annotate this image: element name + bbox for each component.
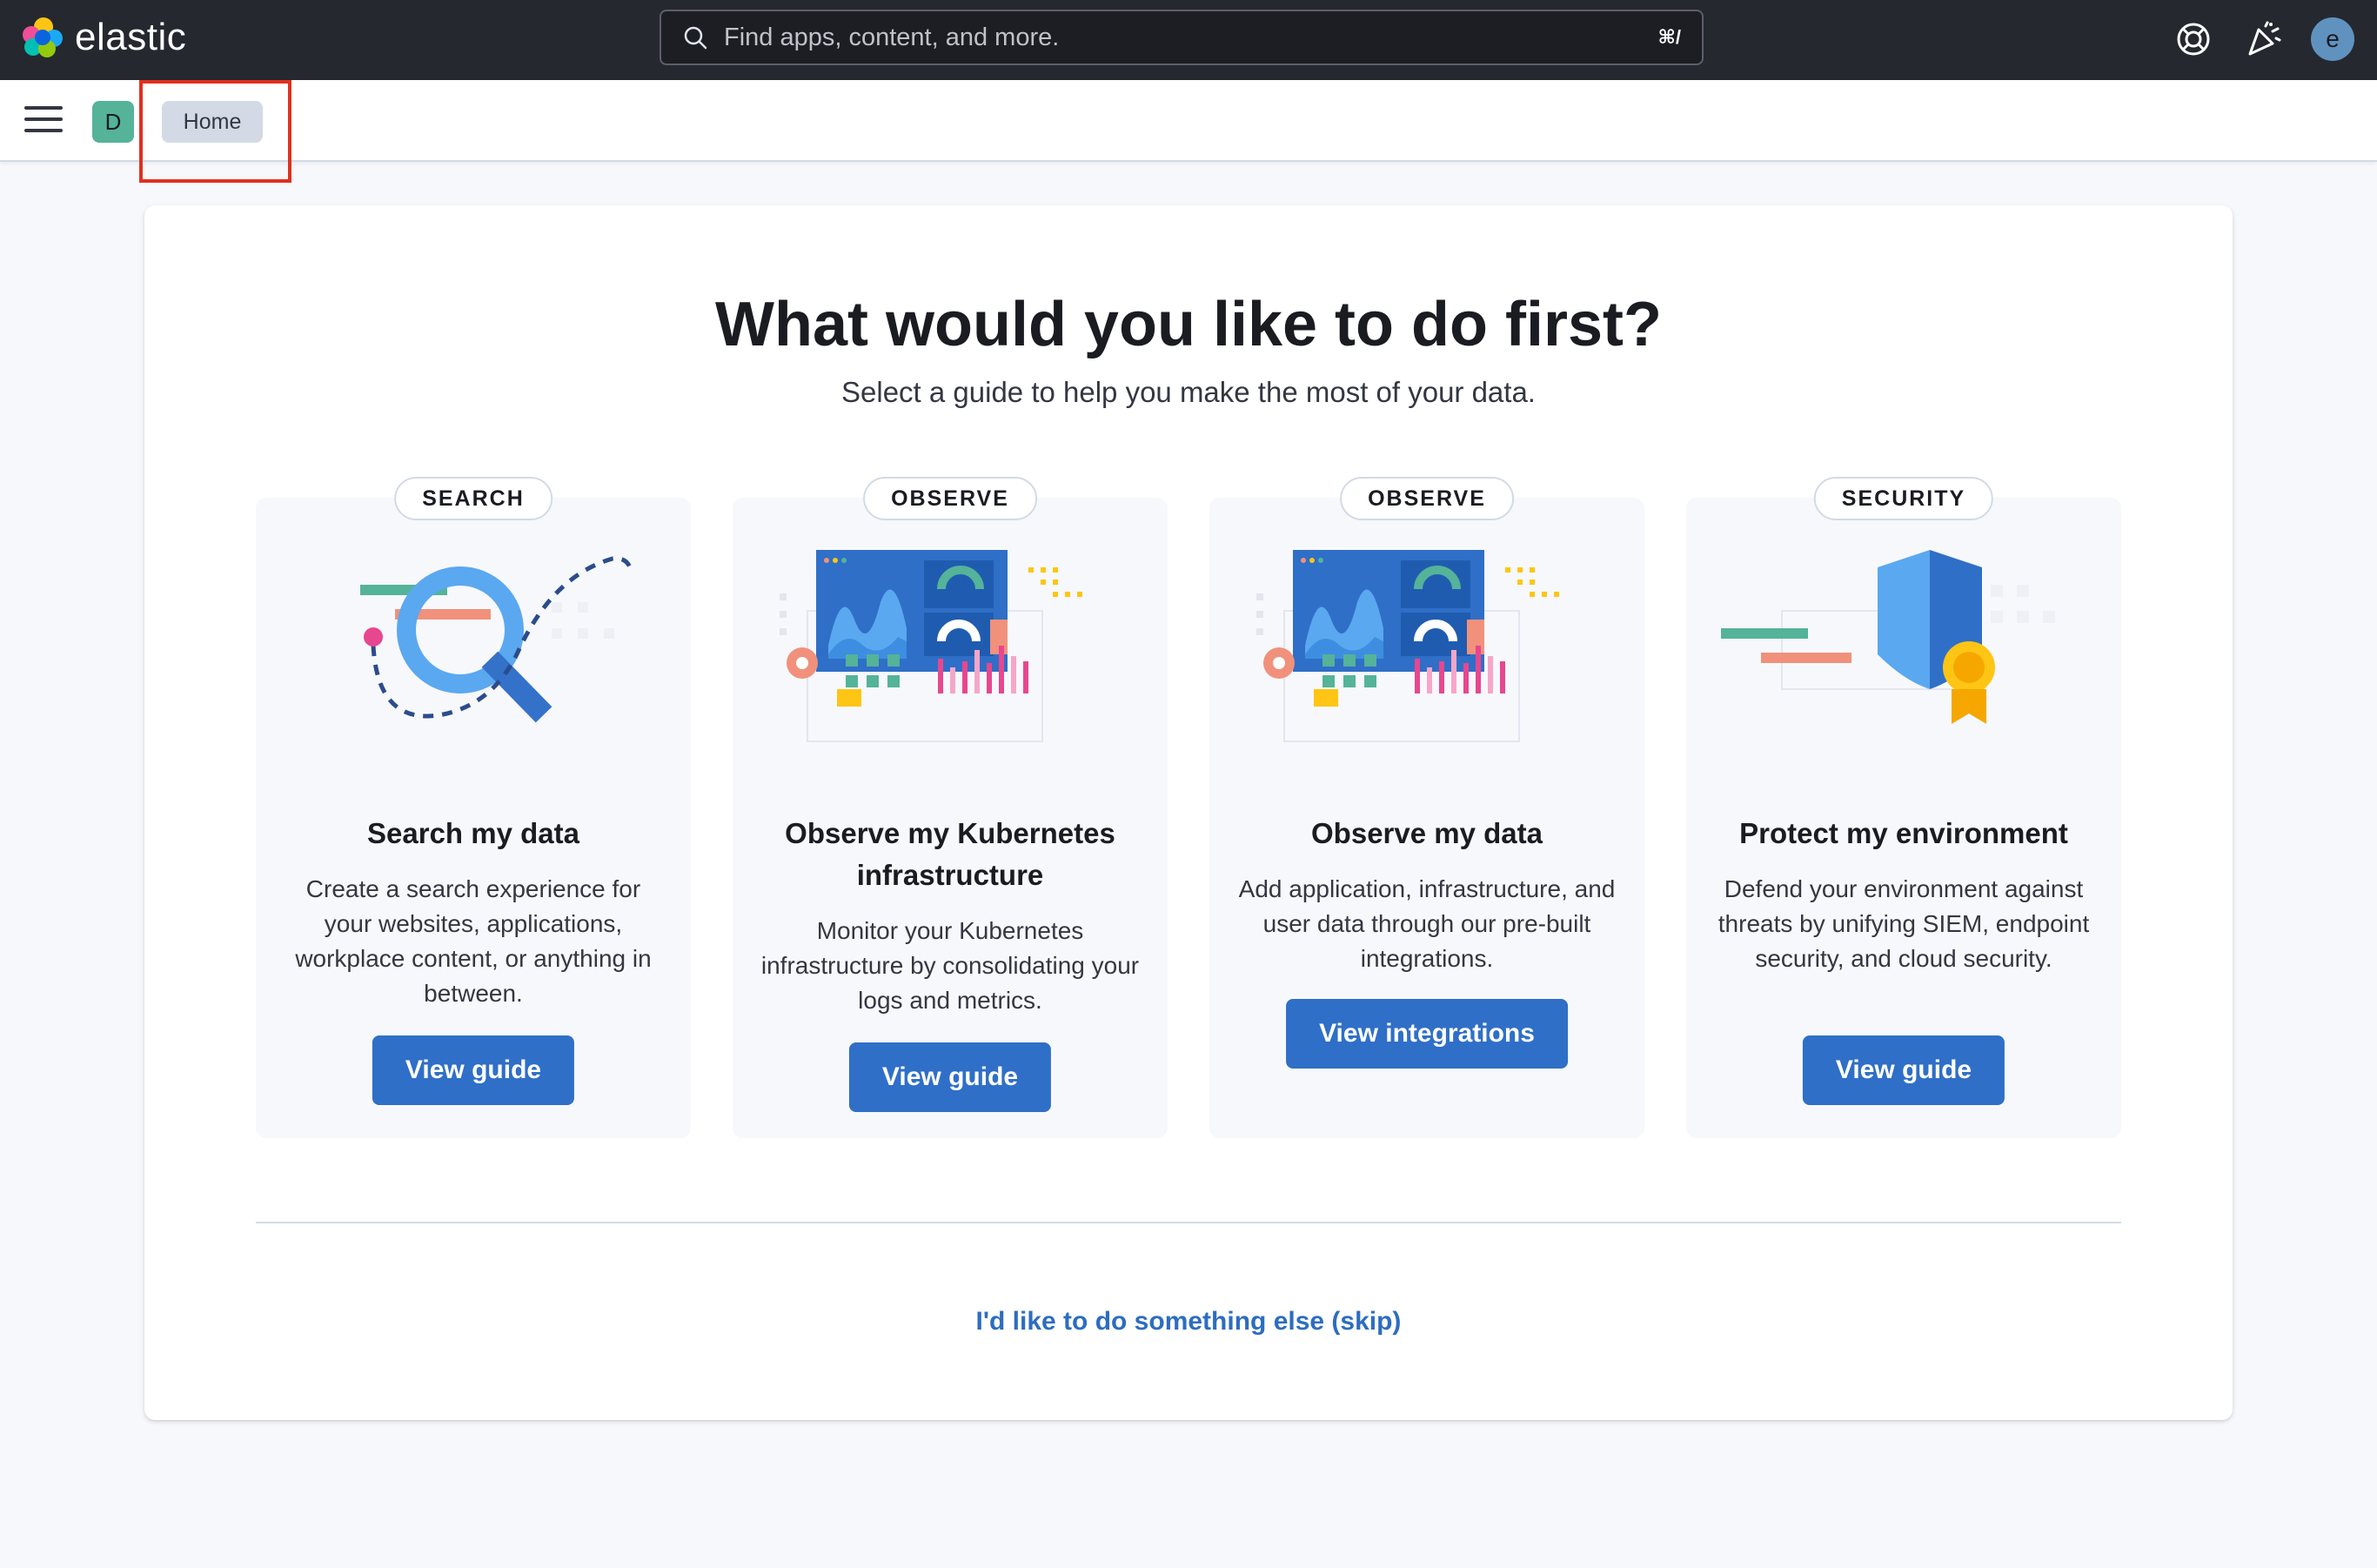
dashboard-illustration-icon xyxy=(1256,550,1559,742)
dashboard-illustration-icon xyxy=(780,550,1082,742)
search-placeholder: Find apps, content, and more. xyxy=(724,23,1060,51)
view-guide-security-button[interactable]: View guide xyxy=(1802,1035,2005,1105)
card-description: Create a search experience for your webs… xyxy=(295,875,652,1007)
page-title: What would you like to do first? xyxy=(715,290,1662,359)
search-icon xyxy=(684,26,707,50)
elastic-logo-icon xyxy=(23,17,63,57)
elastic-home-link[interactable]: elastic xyxy=(21,16,186,59)
brand-name: elastic xyxy=(75,16,187,58)
space-avatar[interactable]: D xyxy=(92,101,134,143)
card-description: Add application, infrastructure, and use… xyxy=(1238,875,1616,972)
hamburger-menu-icon[interactable] xyxy=(24,106,63,136)
card-title: Protect my environment xyxy=(1739,817,2068,849)
card-badge: OBSERVE xyxy=(1340,477,1514,520)
guide-card-observe[interactable]: OBSERVE Observe my data Add application,… xyxy=(1209,477,1644,1138)
card-title: Observe my data xyxy=(1311,817,1543,849)
card-badge: SEARCH xyxy=(394,477,552,520)
view-guide-kubernetes-button[interactable]: View guide xyxy=(848,1042,1052,1112)
card-badge: OBSERVE xyxy=(863,477,1037,520)
skip-link[interactable]: I'd like to do something else (skip) xyxy=(144,1307,2233,1337)
highlight-annotation xyxy=(139,80,291,183)
breadcrumb-bar: D Home xyxy=(0,80,2377,162)
card-description: Monitor your Kubernetes infrastructure b… xyxy=(760,917,1140,1014)
security-shield-illustration-icon xyxy=(1721,550,2055,724)
guide-card-security[interactable]: SECURITY Protect my environment Defend y… xyxy=(1686,477,2121,1138)
card-badge: SECURITY xyxy=(1813,477,1994,520)
card-title: Search my data xyxy=(367,817,579,849)
search-shortcut: ⌘/ xyxy=(1657,26,1681,48)
search-illustration-icon xyxy=(360,556,633,723)
news-feed-icon[interactable] xyxy=(2243,19,2283,59)
card-description: Defend your environment against threats … xyxy=(1717,875,2090,972)
guided-onboarding-panel: What would you like to do first? Select … xyxy=(144,205,2233,1420)
card-title: Observe my Kubernetes infrastructure xyxy=(785,817,1115,891)
guide-card-kubernetes[interactable]: OBSERVE Observe my Kubernetes infrastruc… xyxy=(733,477,1168,1138)
global-header: elastic Find apps, content, and more. ⌘/… xyxy=(0,0,2377,80)
view-integrations-button[interactable]: View integrations xyxy=(1286,999,1568,1069)
divider xyxy=(256,1222,2121,1223)
view-guide-search-button[interactable]: View guide xyxy=(372,1035,575,1105)
guide-card-search[interactable]: SEARCH Search my data Create a search ex… xyxy=(256,477,691,1138)
global-search-input[interactable]: Find apps, content, and more. ⌘/ xyxy=(660,10,1704,65)
user-avatar[interactable]: e xyxy=(2311,17,2354,61)
help-icon[interactable] xyxy=(2173,19,2213,59)
page-subtitle: Select a guide to help you make the most… xyxy=(841,376,1536,408)
